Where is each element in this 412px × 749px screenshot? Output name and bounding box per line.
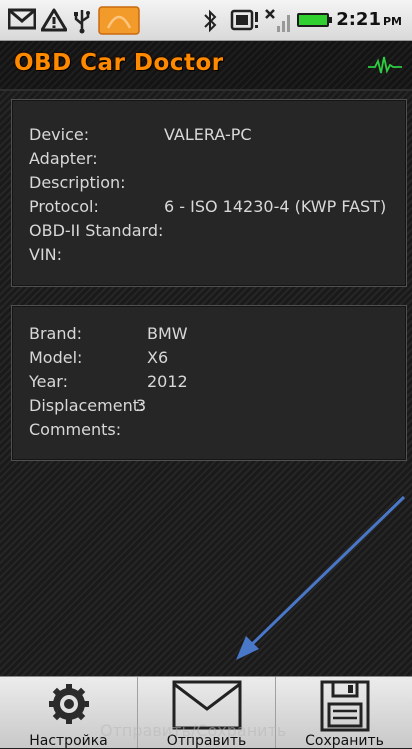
settings-gear-icon [47, 682, 91, 730]
app-title: OBD Car Doctor [13, 49, 224, 77]
status-bar: 2:21 PM [0, 0, 412, 41]
displacement-row: Displacement: 3 [29, 396, 147, 415]
comments-row: Comments: [29, 420, 122, 439]
brand-row: Brand: BMW [29, 324, 188, 343]
heartbeat-icon [368, 55, 402, 81]
car-info-panel: Brand: BMW Model: X6 Year: 2012 Displacemen… [11, 305, 407, 461]
battery-icon [296, 11, 332, 33]
model-row: Model: X6 [29, 348, 169, 367]
description-row: Description: [29, 173, 126, 192]
status-time: 2:21 PM [336, 9, 402, 30]
device-row: Device: VALERA-PC [29, 125, 252, 144]
sd-card-icon [230, 8, 260, 36]
mail-icon [7, 8, 37, 34]
overlay-hint-text: Отправить/Сохранить [100, 721, 287, 740]
warning-icon [40, 8, 68, 36]
year-row: Year: 2012 [29, 372, 188, 391]
device-info-panel: Device: VALERA-PC Adapter: Description: P… [11, 99, 407, 287]
bluetooth-icon [202, 8, 218, 38]
no-signal-icon [264, 8, 292, 38]
usb-icon [72, 8, 92, 38]
save-button[interactable]: Сохранить [276, 677, 412, 749]
vin-row: VIN: [29, 245, 63, 264]
app-title-bar: OBD Car Doctor [0, 41, 412, 91]
protocol-row: Protocol: 6 - ISO 14230-4 (KWP FAST) [29, 197, 387, 216]
adapter-row: Adapter: [29, 149, 98, 168]
obd-standard-row: OBD-II Standard: [29, 221, 164, 240]
content-area: Device: VALERA-PC Adapter: Description: P… [0, 91, 412, 676]
app-notification-icon [96, 4, 142, 40]
floppy-disk-icon [319, 679, 371, 737]
